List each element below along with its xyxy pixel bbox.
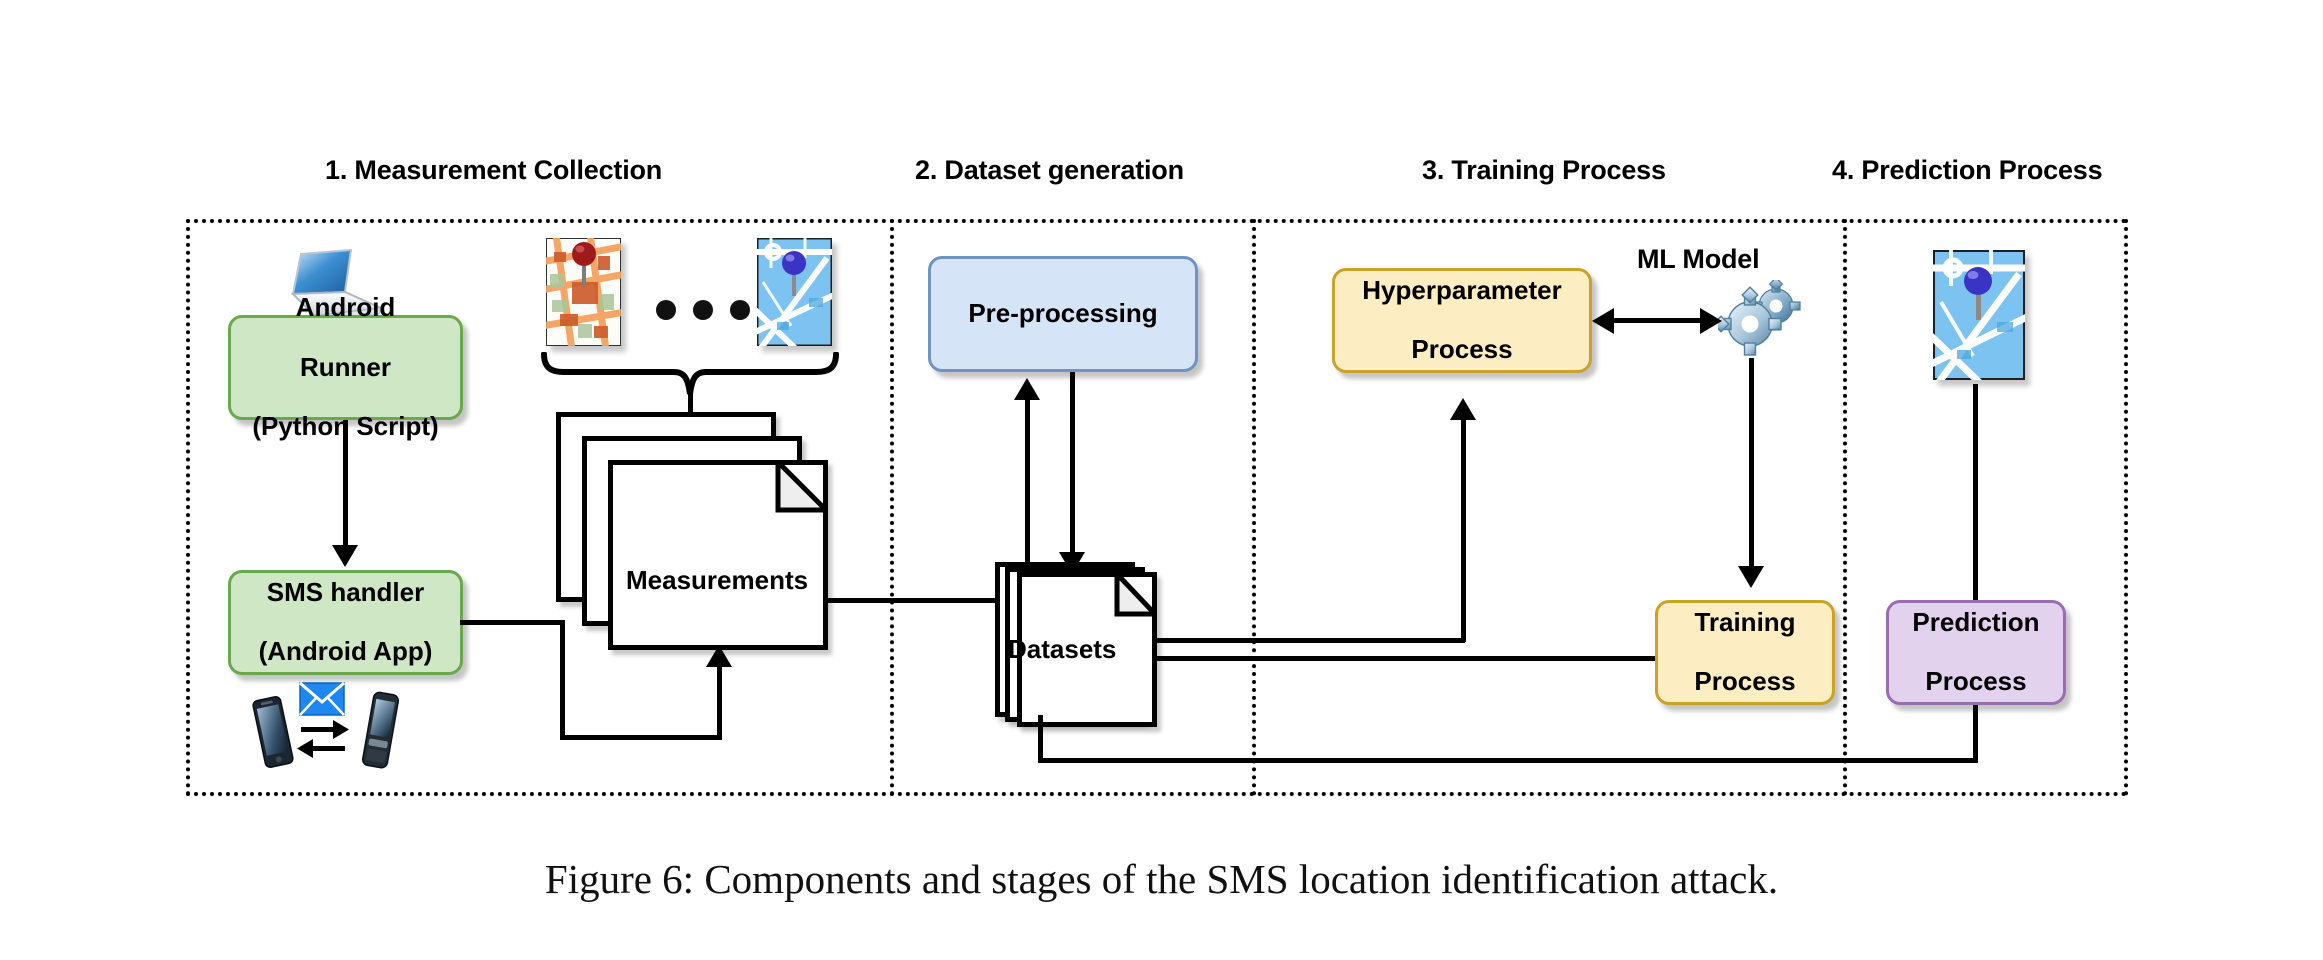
figure-caption: Figure 6: Components and stages of the S… — [544, 856, 1779, 902]
android-runner-line1: Android — [295, 292, 396, 323]
smartphone-icon — [250, 694, 296, 775]
map-thumbnail-orange-pin — [546, 238, 621, 346]
node-training-process[interactable]: Training Process — [1655, 600, 1835, 705]
ellipsis-dot-2 — [693, 300, 713, 320]
connector-datasets-bottom-v — [1038, 715, 1043, 763]
datasets-label: Datasets — [1008, 634, 1117, 664]
arrowhead-hyper-to-mlmodel — [1700, 308, 1722, 334]
measurements-label: Measurements — [626, 565, 809, 595]
android-runner-line2: Runner — [300, 351, 391, 382]
connector-hyper-mlmodel — [1614, 318, 1710, 323]
hyperparameter-line1: Hyperparameter — [1362, 275, 1562, 306]
connector-prediction-to-map — [1973, 384, 1978, 600]
figure-canvas: 1. Measurement Collection 2. Dataset gen… — [0, 0, 2323, 960]
prediction-line2: Process — [1925, 666, 2027, 697]
hyperparameter-line2: Process — [1411, 334, 1513, 365]
connector-sms-v2 — [717, 665, 722, 737]
connector-datasets-to-prediction-h — [1038, 758, 1978, 763]
training-line2: Process — [1694, 666, 1796, 697]
map-thumbnail-predicted-location — [1933, 250, 2025, 380]
section-title-prediction-process: 4. Prediction Process — [1832, 155, 2103, 185]
connector-mlmodel-to-training — [1749, 358, 1754, 570]
connector-sms-h2 — [560, 735, 722, 740]
arrowhead-datasets-to-hyperparameter — [1450, 398, 1476, 420]
prediction-line1: Prediction — [1912, 607, 2040, 638]
feature-phone-icon — [357, 690, 403, 775]
arrowhead-mlmodel-to-hyper — [1592, 308, 1614, 334]
arrowhead-measurements-to-preprocessing — [1014, 378, 1040, 400]
section-divider-2 — [1252, 219, 1256, 796]
ellipsis-dot-1 — [656, 300, 676, 320]
node-android-runner[interactable]: Android Runner (Python Script) — [228, 293, 463, 441]
ml-model-label: ML Model — [1637, 244, 1760, 274]
section-title-dataset-generation: 2. Dataset generation — [915, 155, 1184, 185]
section-divider-1 — [890, 219, 894, 796]
two-way-exchange-icon — [297, 716, 349, 767]
connector-runner-to-sms — [343, 420, 348, 548]
measurements-corner-fold — [775, 460, 828, 513]
node-sms-handler[interactable]: SMS handler (Android App) — [228, 570, 463, 675]
ml-gears-icon — [1712, 276, 1804, 365]
node-measurements[interactable] — [556, 412, 846, 662]
sms-handler-line2: (Android App) — [258, 636, 433, 667]
node-preprocessing[interactable]: Pre-processing — [928, 256, 1198, 372]
connector-datasets-to-hyper-h — [1155, 638, 1465, 643]
preprocessing-label: Pre-processing — [968, 298, 1158, 329]
connector-datasets-to-training — [1155, 656, 1673, 661]
connector-preproc-to-datasets — [1070, 372, 1075, 556]
section-divider-3 — [1843, 219, 1847, 796]
training-line1: Training — [1694, 607, 1796, 638]
connector-datasets-to-hyper-v — [1461, 420, 1466, 642]
ellipsis-dot-3 — [730, 300, 750, 320]
sms-handler-line1: SMS handler — [266, 577, 425, 608]
connector-sms-h1 — [460, 620, 565, 625]
section-title-measurement-collection: 1. Measurement Collection — [325, 155, 663, 185]
arrowhead-mlmodel-to-training — [1738, 566, 1764, 588]
node-prediction-process[interactable]: Prediction Process — [1886, 600, 2066, 705]
map-thumbnail-blue-pin — [757, 238, 832, 346]
node-hyperparameter-process[interactable]: Hyperparameter Process — [1332, 268, 1592, 373]
connector-to-prediction-v — [1973, 700, 1978, 760]
section-title-training-process: 3. Training Process — [1422, 155, 1666, 185]
arrowhead-runner-to-sms — [332, 545, 358, 567]
